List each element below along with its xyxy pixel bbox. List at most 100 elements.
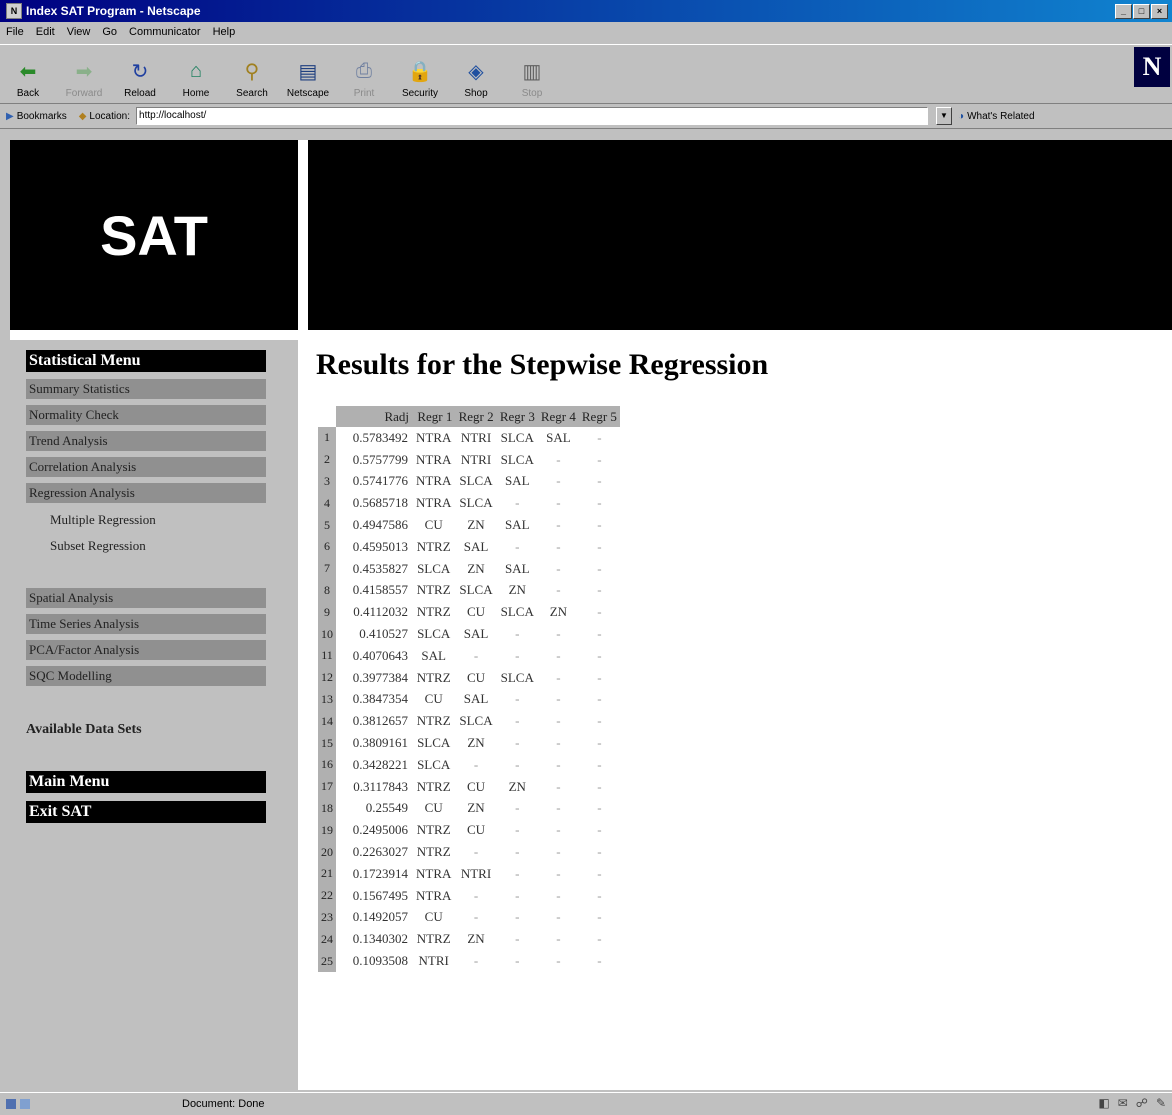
composer-icon[interactable]: ✎ [1156, 1096, 1166, 1110]
sidebar-item-trend-analysis[interactable]: Trend Analysis [26, 431, 266, 451]
regressor-cell: - [556, 953, 561, 969]
sidebar-item-regression-analysis[interactable]: Regression Analysis [26, 483, 266, 503]
sidebar-item-normality-check[interactable]: Normality Check [26, 405, 266, 425]
table-row: 6 0.4595013 NTRZ SAL - - - [318, 535, 620, 558]
reload-label: Reload [124, 88, 156, 99]
row-index: 17 [318, 775, 336, 798]
regressor-cell: - [515, 865, 520, 881]
sidebar-item-summary-statistics[interactable]: Summary Statistics [26, 379, 266, 399]
regressor-cell: - [597, 647, 602, 663]
available-data-sets-link[interactable]: Available Data Sets [26, 722, 142, 738]
regressor-cell: - [597, 495, 602, 511]
window-title: Index SAT Program - Netscape [26, 4, 201, 18]
column-header-regr-1: Regr 1 [412, 406, 456, 427]
home-icon: ⌂ [189, 59, 203, 82]
mail-icon[interactable]: ✉ [1118, 1096, 1128, 1110]
radj-cell: 0.4070643 [352, 647, 408, 663]
row-index: 6 [318, 535, 336, 558]
radj-cell: 0.5757799 [352, 451, 408, 467]
regressor-cell: CU [424, 800, 443, 816]
status-icons [0, 1096, 126, 1112]
search-button[interactable]: ⚲ Search [224, 45, 280, 100]
regressor-cell: - [556, 756, 561, 772]
row-index: 16 [318, 753, 336, 776]
radj-cell: 0.1340302 [352, 931, 408, 947]
reload-button[interactable]: ↻ Reload [112, 45, 168, 100]
security-button[interactable]: 🔒 Security [392, 45, 448, 100]
regressor-cell: - [515, 713, 520, 729]
maximize-button[interactable]: □ [1133, 3, 1150, 19]
table-row: 17 0.3117843 NTRZ CU ZN - - [318, 775, 620, 798]
regressor-cell: - [597, 865, 602, 881]
row-index: 23 [318, 906, 336, 929]
regressor-cell: - [473, 844, 479, 860]
menu-edit[interactable]: Edit [30, 26, 61, 38]
sidebar-subitem-multiple-regression[interactable]: Multiple Regression [50, 512, 156, 528]
forward-button[interactable]: ➡ Forward [56, 45, 112, 100]
close-button[interactable]: × [1151, 3, 1168, 19]
reload-icon: ↻ [131, 60, 149, 83]
stop-button[interactable]: ▥ Stop [504, 45, 560, 100]
regressor-cell: NTRZ [416, 669, 451, 685]
regressor-cell: - [597, 953, 602, 969]
regressor-cell: - [556, 451, 561, 467]
netscape-logo[interactable]: N [1134, 47, 1170, 87]
sidebar-subitem-subset-regression[interactable]: Subset Regression [50, 538, 146, 554]
minimize-button[interactable]: _ [1115, 3, 1132, 19]
regressor-cell: NTRZ [416, 778, 451, 794]
netscape-button[interactable]: ▤ Netscape [280, 45, 336, 100]
regressor-cell: SLCA [459, 495, 493, 511]
regressor-cell: - [597, 844, 602, 860]
url-input[interactable]: http://localhost/ [136, 107, 929, 125]
main-menu-link[interactable]: Main Menu [26, 771, 266, 793]
regressor-cell: NTRA [416, 473, 452, 489]
regressor-cell: NTRA [416, 429, 452, 445]
sidebar-item-correlation-analysis[interactable]: Correlation Analysis [26, 457, 266, 477]
whats-related-button[interactable]: ◑ What's Related [952, 111, 1041, 122]
menu-go[interactable]: Go [96, 26, 123, 38]
table-row: 18 0.25549 CU ZN - - - [318, 797, 620, 820]
regressor-cell: - [515, 800, 520, 816]
regressor-cell: NTRI [418, 953, 449, 969]
status-message: Document: Done [182, 1098, 265, 1110]
regressor-cell: NTRI [460, 451, 492, 467]
menu-view[interactable]: View [61, 26, 97, 38]
regressor-cell: - [597, 909, 602, 925]
regressor-cell: NTRA [416, 495, 452, 511]
statistical-menu-header: Statistical Menu [26, 350, 266, 372]
table-row: 15 0.3809161 SLCA ZN - - - [318, 732, 620, 754]
sidebar-item-pca-factor-analysis[interactable]: PCA/Factor Analysis [26, 640, 266, 660]
print-label: Print [353, 88, 375, 99]
radj-cell: 0.4158557 [352, 582, 408, 598]
navigation-toolbar: ⬅ Back ➡ Forward ↻ Reload ⌂ Home ⚲ Search ▤ Netscap… [0, 44, 1172, 104]
menu-communicator[interactable]: Communicator [123, 26, 207, 38]
radj-cell: 0.5741776 [352, 473, 408, 489]
home-button[interactable]: ⌂ Home [168, 45, 224, 100]
regressor-cell: - [515, 735, 520, 751]
sidebar-item-sqc-modelling[interactable]: SQC Modelling [26, 666, 266, 686]
radj-cell: 0.3977384 [352, 669, 408, 685]
exit-sat-link[interactable]: Exit SAT [26, 801, 266, 823]
component-bar: ◧ ✉ ☍ ✎ [1098, 1096, 1166, 1110]
regressor-cell: - [597, 756, 602, 772]
shop-button[interactable]: ◈ Shop [448, 45, 504, 100]
url-dropdown-button[interactable]: ▼ [936, 107, 953, 125]
menu-file[interactable]: File [0, 26, 30, 38]
sidebar-item-time-series-analysis[interactable]: Time Series Analysis [26, 614, 266, 634]
bookmarks-button[interactable]: ▶ Bookmarks [0, 111, 73, 122]
groups-icon[interactable]: ☍ [1136, 1096, 1148, 1110]
regressor-cell: - [556, 647, 561, 663]
row-index: 4 [318, 492, 336, 515]
table-row: 10 0.410527 SLCA SAL - - - [318, 623, 620, 645]
regressor-cell: - [597, 713, 602, 729]
navigator-icon[interactable]: ◧ [1098, 1096, 1109, 1110]
print-button[interactable]: ⎙ Print [336, 45, 392, 100]
sidebar-item-spatial-analysis[interactable]: Spatial Analysis [26, 588, 266, 608]
regressor-cell: CU [466, 822, 486, 838]
regressor-cell: CU [424, 517, 443, 533]
back-button[interactable]: ⬅ Back [0, 45, 56, 100]
window-controls: _ □ × [1115, 3, 1168, 19]
menu-help[interactable]: Help [207, 26, 242, 38]
radj-cell: 0.3428221 [352, 756, 408, 772]
shop-icon: ◈ [468, 60, 484, 83]
